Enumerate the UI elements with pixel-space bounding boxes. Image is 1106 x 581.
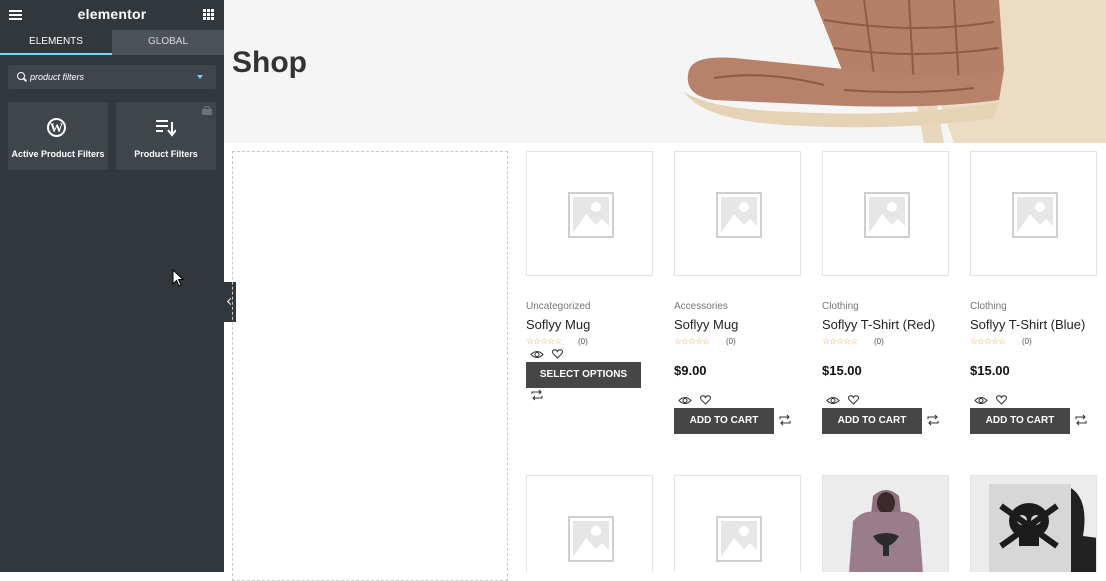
- heart-icon[interactable]: [848, 395, 859, 405]
- select-options-button[interactable]: SELECT OPTIONS: [526, 362, 641, 388]
- widget-search: [8, 65, 216, 89]
- mouse-cursor-icon: [172, 269, 184, 287]
- image-placeholder-icon: [1012, 192, 1058, 238]
- add-to-cart-button[interactable]: ADD TO CART: [970, 408, 1070, 434]
- elementor-logo: elementor: [77, 6, 147, 22]
- heart-icon[interactable]: [700, 395, 711, 405]
- add-to-cart-button[interactable]: ADD TO CART: [674, 408, 774, 434]
- heart-icon[interactable]: [552, 349, 563, 359]
- heart-icon[interactable]: [996, 395, 1007, 405]
- product-title[interactable]: Soflyy T-Shirt (Blue): [970, 317, 1085, 332]
- shop-hero: Shop: [224, 0, 1106, 143]
- product-title[interactable]: Soflyy Mug: [526, 317, 590, 332]
- image-placeholder-icon: [716, 516, 762, 562]
- product-price: $15.00: [822, 363, 862, 378]
- widget-label: Product Filters: [134, 149, 198, 159]
- rating-count: (0): [578, 337, 588, 346]
- hoodie-photo: [823, 476, 948, 572]
- widgets-grid-icon[interactable]: [203, 9, 214, 20]
- rating-count: (0): [1022, 337, 1032, 346]
- product-title[interactable]: Soflyy T-Shirt (Red): [822, 317, 935, 332]
- compare-icon[interactable]: [531, 389, 543, 401]
- rating-count: (0): [874, 337, 884, 346]
- product-image[interactable]: [970, 475, 1097, 572]
- product-category[interactable]: Uncategorized: [526, 301, 590, 312]
- star-rating: ☆☆☆☆☆: [970, 336, 1006, 346]
- chair-image: [684, 0, 1106, 143]
- search-icon: [17, 72, 25, 80]
- tab-global[interactable]: GLOBAL: [112, 30, 224, 55]
- product-category[interactable]: Clothing: [822, 301, 859, 312]
- tab-elements[interactable]: ELEMENTS: [0, 30, 112, 55]
- product-image[interactable]: [526, 475, 653, 572]
- panel-header: elementor: [0, 0, 224, 30]
- product-image[interactable]: [970, 151, 1097, 276]
- eye-icon[interactable]: [974, 396, 988, 405]
- product-category[interactable]: Accessories: [674, 301, 728, 312]
- compare-icon[interactable]: [779, 414, 791, 426]
- star-rating: ☆☆☆☆☆: [822, 336, 858, 346]
- product-price: $9.00: [674, 363, 707, 378]
- product-title[interactable]: Soflyy Mug: [674, 317, 738, 332]
- widget-label: Active Product Filters: [11, 149, 105, 159]
- rating-count: (0): [726, 337, 736, 346]
- star-rating: ☆☆☆☆☆: [674, 336, 710, 346]
- product-image[interactable]: [674, 475, 801, 572]
- product-image[interactable]: [526, 151, 653, 276]
- widget-active-product-filters[interactable]: W Active Product Filters: [8, 102, 108, 170]
- image-placeholder-icon: [716, 192, 762, 238]
- eye-icon[interactable]: [530, 350, 544, 359]
- empty-sidebar-column[interactable]: [232, 151, 508, 581]
- lock-icon: [202, 106, 212, 115]
- eye-icon[interactable]: [678, 396, 692, 405]
- add-to-cart-button[interactable]: ADD TO CART: [822, 408, 922, 434]
- product-image[interactable]: [822, 151, 949, 276]
- product-category[interactable]: Clothing: [970, 301, 1007, 312]
- image-placeholder-icon: [568, 516, 614, 562]
- compare-icon[interactable]: [1075, 414, 1087, 426]
- widget-search-input[interactable]: [30, 65, 190, 89]
- skull-poster-photo: [971, 476, 1096, 572]
- eye-icon[interactable]: [826, 396, 840, 405]
- widget-product-filters[interactable]: Product Filters: [116, 102, 216, 170]
- image-placeholder-icon: [568, 192, 614, 238]
- panel-tabs: ELEMENTS GLOBAL: [0, 30, 224, 55]
- star-rating: ☆☆☆☆☆: [526, 336, 562, 346]
- caret-down-icon[interactable]: [197, 75, 203, 79]
- product-price: $15.00: [970, 363, 1010, 378]
- image-placeholder-icon: [864, 192, 910, 238]
- elementor-panel: elementor ELEMENTS GLOBAL W Active Produ…: [0, 0, 224, 572]
- product-image[interactable]: [822, 475, 949, 572]
- filter-list-icon: [156, 120, 176, 137]
- compare-icon[interactable]: [927, 414, 939, 426]
- page-title: Shop: [232, 46, 307, 79]
- wordpress-icon: W: [47, 118, 66, 137]
- product-image[interactable]: [674, 151, 801, 276]
